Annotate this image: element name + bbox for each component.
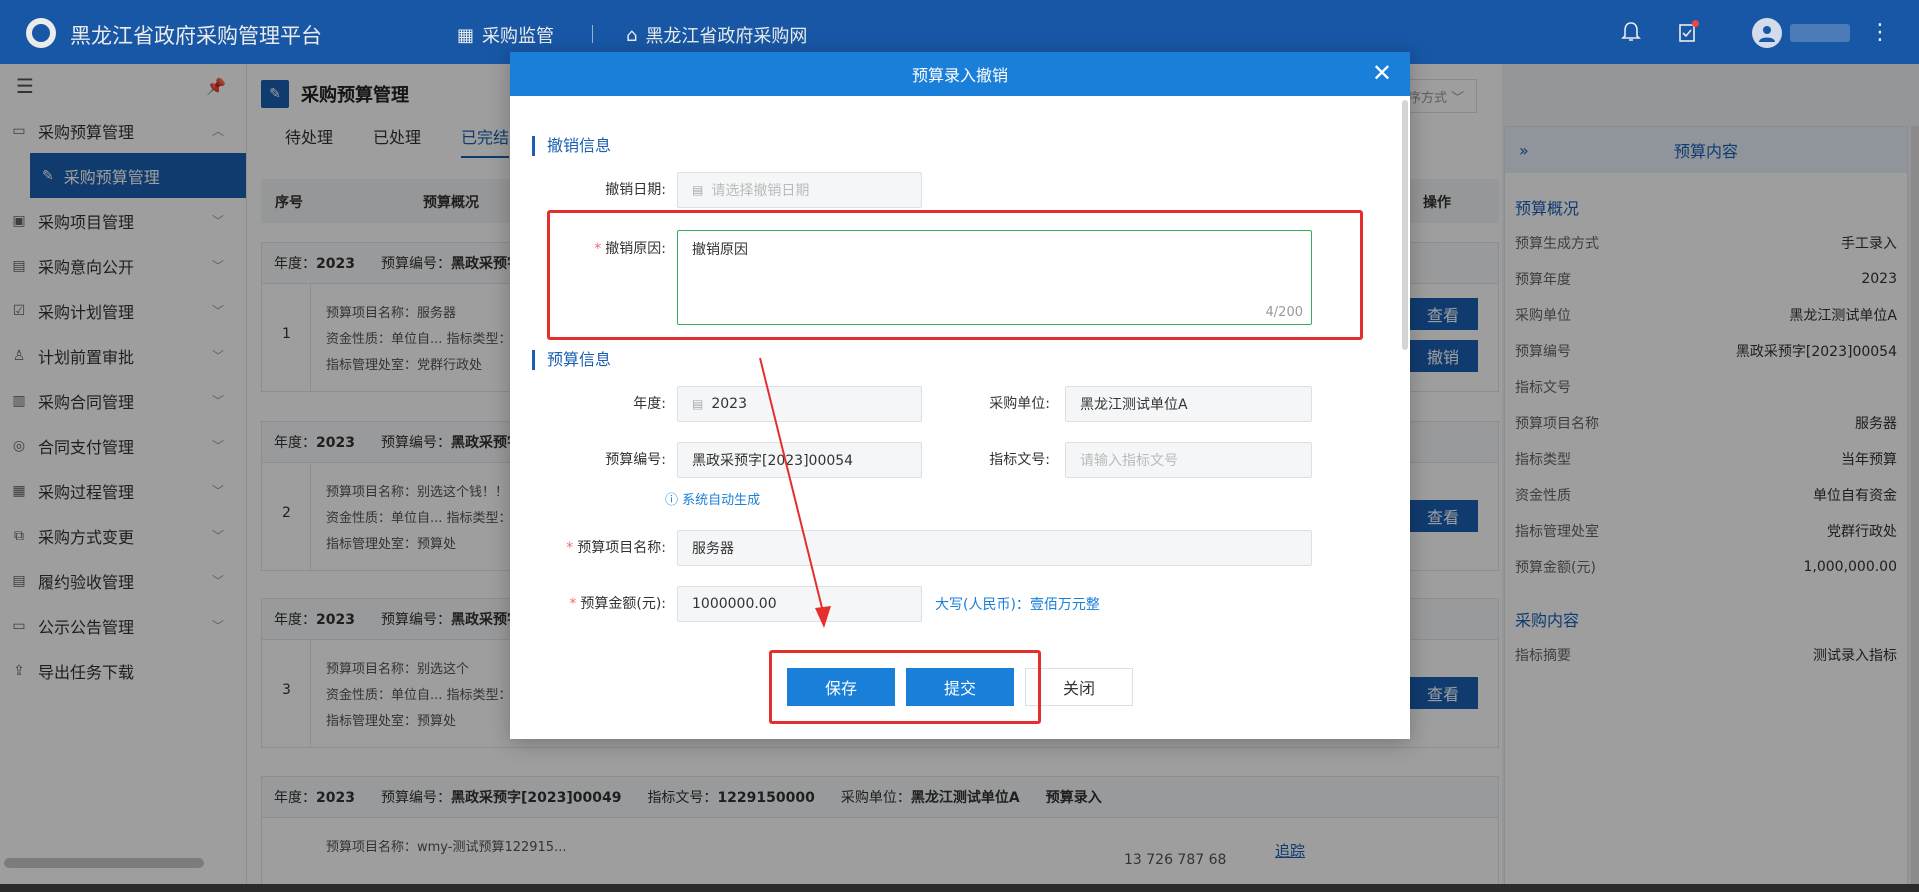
annotation-arrow (759, 357, 831, 628)
